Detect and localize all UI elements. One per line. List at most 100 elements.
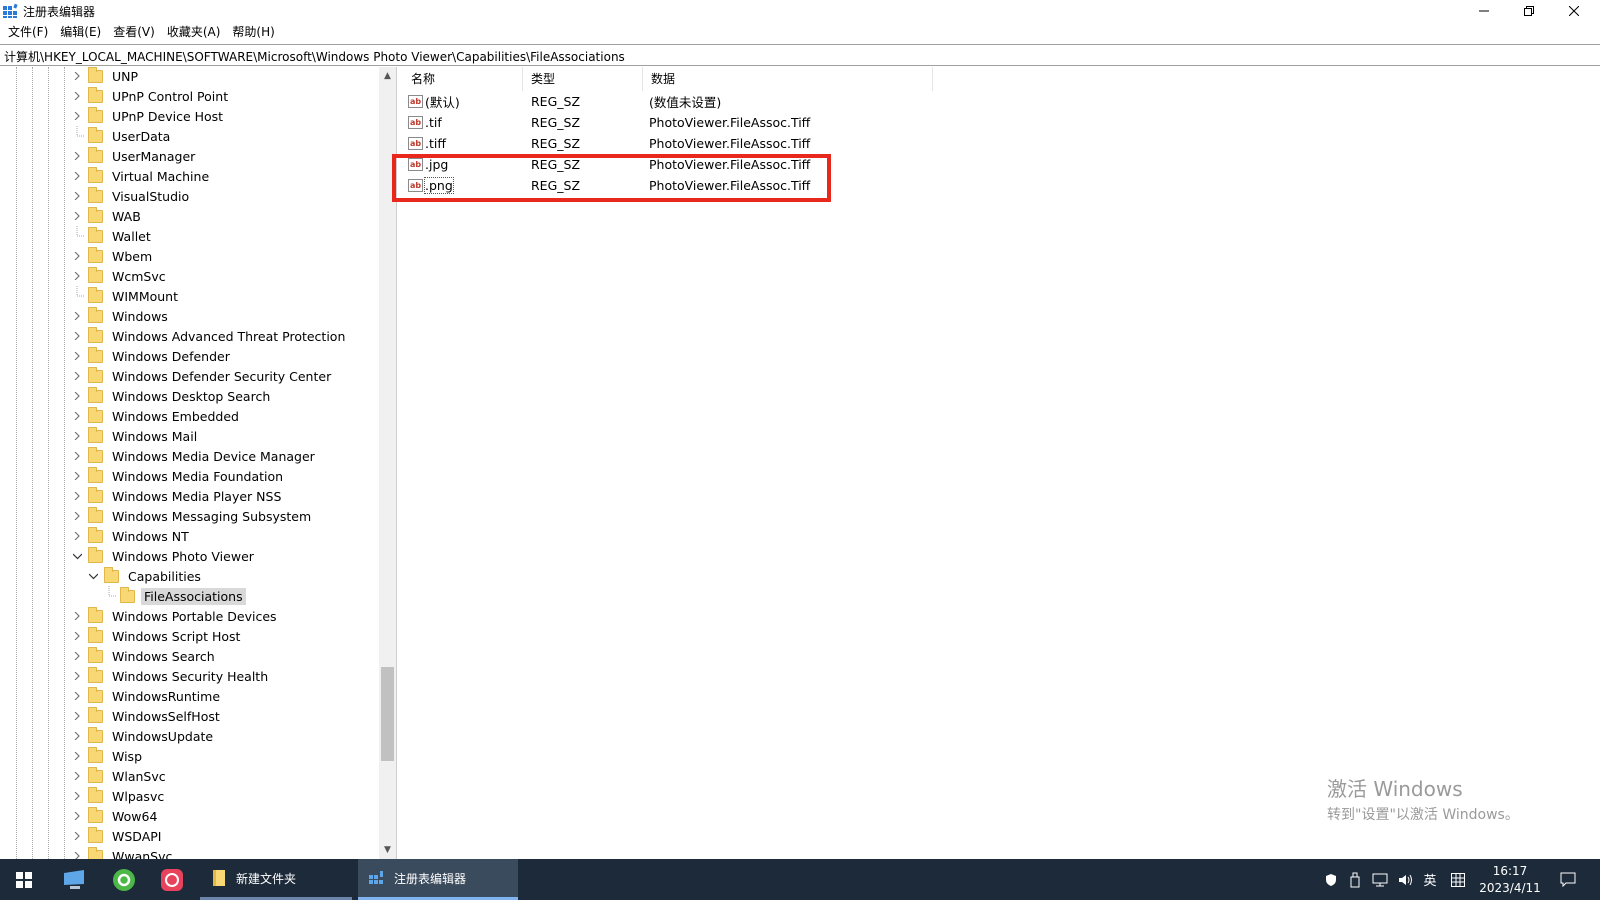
chevron-right-icon[interactable] xyxy=(70,326,84,346)
tray-volume-icon[interactable] xyxy=(1394,859,1418,900)
address-path[interactable]: 计算机\HKEY_LOCAL_MACHINE\SOFTWARE\Microsof… xyxy=(4,48,625,65)
chevron-right-icon[interactable] xyxy=(70,386,84,406)
value-row[interactable]: ab .tif REG_SZ PhotoViewer.FileAssoc.Tiff xyxy=(403,112,810,133)
tree-node[interactable]: WindowsSelfHost xyxy=(70,706,223,726)
chevron-right-icon[interactable] xyxy=(70,766,84,786)
chevron-right-icon[interactable] xyxy=(70,506,84,526)
tree-node[interactable]: Windows Search xyxy=(70,646,218,666)
tree-node[interactable]: Wlpasvc xyxy=(70,786,167,806)
tree-node[interactable]: VisualStudio xyxy=(70,186,192,206)
tree-node[interactable]: WAB xyxy=(70,206,144,226)
minimize-button[interactable] xyxy=(1462,0,1506,22)
start-button[interactable] xyxy=(0,859,48,900)
chevron-right-icon[interactable] xyxy=(70,186,84,206)
tree-node[interactable]: Windows Media Foundation xyxy=(70,466,286,486)
chevron-right-icon[interactable] xyxy=(70,706,84,726)
value-list[interactable]: 名称 类型 数据 ab (默认) REG_SZ (数值未设置) ab .tif REG_SZ… xyxy=(403,67,1600,859)
tree-node[interactable]: Windows Media Device Manager xyxy=(70,446,318,466)
chevron-right-icon[interactable] xyxy=(70,526,84,546)
tree-node[interactable]: UserManager xyxy=(70,146,198,166)
taskbar-explorer-window[interactable]: 新建文件夹 xyxy=(200,859,352,900)
chevron-right-icon[interactable] xyxy=(70,67,84,86)
taskbar-app-media[interactable] xyxy=(150,859,194,900)
chevron-right-icon[interactable] xyxy=(70,806,84,826)
tree-node[interactable]: WindowsUpdate xyxy=(70,726,216,746)
tree-node[interactable]: Windows Desktop Search xyxy=(70,386,273,406)
tray-usb-icon[interactable] xyxy=(1344,859,1366,900)
chevron-right-icon[interactable] xyxy=(70,306,84,326)
column-header-name[interactable]: 名称 xyxy=(403,67,523,91)
chevron-right-icon[interactable] xyxy=(70,486,84,506)
chevron-right-icon[interactable] xyxy=(70,466,84,486)
column-header-data[interactable]: 数据 xyxy=(643,67,933,91)
tree-node[interactable]: Windows Messaging Subsystem xyxy=(70,506,314,526)
system-clock[interactable]: 16:17 2023/4/11 xyxy=(1477,863,1543,897)
chevron-right-icon[interactable] xyxy=(70,366,84,386)
tree-node[interactable]: WindowsRuntime xyxy=(70,686,223,706)
chevron-right-icon[interactable] xyxy=(70,606,84,626)
chevron-right-icon[interactable] xyxy=(70,446,84,466)
tree-node[interactable]: Wisp xyxy=(70,746,145,766)
tray-security-icon[interactable] xyxy=(1320,859,1342,900)
chevron-right-icon[interactable] xyxy=(70,266,84,286)
value-row[interactable]: ab (默认) REG_SZ (数值未设置) xyxy=(403,91,721,112)
tree-node[interactable]: WlanSvc xyxy=(70,766,169,786)
scroll-down-icon[interactable]: ▼ xyxy=(379,843,396,857)
notification-center-button[interactable] xyxy=(1553,859,1583,900)
close-button[interactable] xyxy=(1552,0,1596,22)
tree-node[interactable]: WwanSvc xyxy=(70,846,175,859)
tree-node[interactable]: Windows Defender Security Center xyxy=(70,366,334,386)
tree-node[interactable]: WIMMount xyxy=(70,286,181,306)
tray-network-icon[interactable] xyxy=(1368,859,1392,900)
chevron-down-icon[interactable] xyxy=(86,566,100,586)
chevron-right-icon[interactable] xyxy=(70,686,84,706)
menu-favorites[interactable]: 收藏夹(A) xyxy=(161,22,227,43)
menu-file[interactable]: 文件(F) xyxy=(2,22,54,43)
tree-node[interactable]: Windows Advanced Threat Protection xyxy=(70,326,348,346)
column-header-type[interactable]: 类型 xyxy=(523,67,643,91)
chevron-right-icon[interactable] xyxy=(70,146,84,166)
tree-node[interactable]: UPnP Device Host xyxy=(70,106,226,126)
menu-view[interactable]: 查看(V) xyxy=(107,22,161,43)
address-bar[interactable]: 计算机\HKEY_LOCAL_MACHINE\SOFTWARE\Microsof… xyxy=(0,44,1600,66)
chevron-right-icon[interactable] xyxy=(70,426,84,446)
chevron-right-icon[interactable] xyxy=(70,646,84,666)
menu-help[interactable]: 帮助(H) xyxy=(226,22,280,43)
tree-node[interactable]: Windows Embedded xyxy=(70,406,242,426)
chevron-right-icon[interactable] xyxy=(70,626,84,646)
chevron-right-icon[interactable] xyxy=(70,106,84,126)
chevron-right-icon[interactable] xyxy=(70,746,84,766)
tree-node[interactable]: Windows Portable Devices xyxy=(70,606,280,626)
chevron-right-icon[interactable] xyxy=(70,346,84,366)
chevron-right-icon[interactable] xyxy=(70,246,84,266)
tree-scrollbar[interactable]: ▲ ▼ xyxy=(379,67,396,859)
chevron-right-icon[interactable] xyxy=(70,206,84,226)
tree-node[interactable]: Windows Defender xyxy=(70,346,233,366)
tree-node[interactable]: FileAssociations xyxy=(102,586,246,606)
chevron-right-icon[interactable] xyxy=(70,166,84,186)
scroll-up-icon[interactable]: ▲ xyxy=(379,69,396,83)
tree-node[interactable]: Wbem xyxy=(70,246,155,266)
taskbar-app-browser[interactable] xyxy=(102,859,146,900)
menu-edit[interactable]: 编辑(E) xyxy=(54,22,107,43)
taskbar-regedit-window[interactable]: 注册表编辑器 xyxy=(358,859,518,900)
tree-node[interactable]: Windows Photo Viewer xyxy=(70,546,257,566)
scroll-thumb[interactable] xyxy=(381,667,394,761)
chevron-right-icon[interactable] xyxy=(70,666,84,686)
key-tree[interactable]: UNP UPnP Control Point UPnP Device Host Use… xyxy=(0,67,397,859)
tree-node[interactable]: UPnP Control Point xyxy=(70,86,231,106)
tree-node[interactable]: Wallet xyxy=(70,226,154,246)
tree-node[interactable]: WcmSvc xyxy=(70,266,169,286)
tree-node[interactable]: Windows NT xyxy=(70,526,192,546)
restore-button[interactable] xyxy=(1507,0,1551,22)
chevron-right-icon[interactable] xyxy=(70,826,84,846)
tree-node[interactable]: Windows xyxy=(70,306,171,326)
tree-node[interactable]: Wow64 xyxy=(70,806,160,826)
tree-node[interactable]: Windows Mail xyxy=(70,426,200,446)
value-row[interactable]: ab .tiff REG_SZ PhotoViewer.FileAssoc.Tiff xyxy=(403,133,810,154)
taskbar-app-computer[interactable] xyxy=(52,859,96,900)
tree-node[interactable]: Virtual Machine xyxy=(70,166,212,186)
tree-node[interactable]: Windows Security Health xyxy=(70,666,271,686)
chevron-down-icon[interactable] xyxy=(70,546,84,566)
chevron-right-icon[interactable] xyxy=(70,726,84,746)
